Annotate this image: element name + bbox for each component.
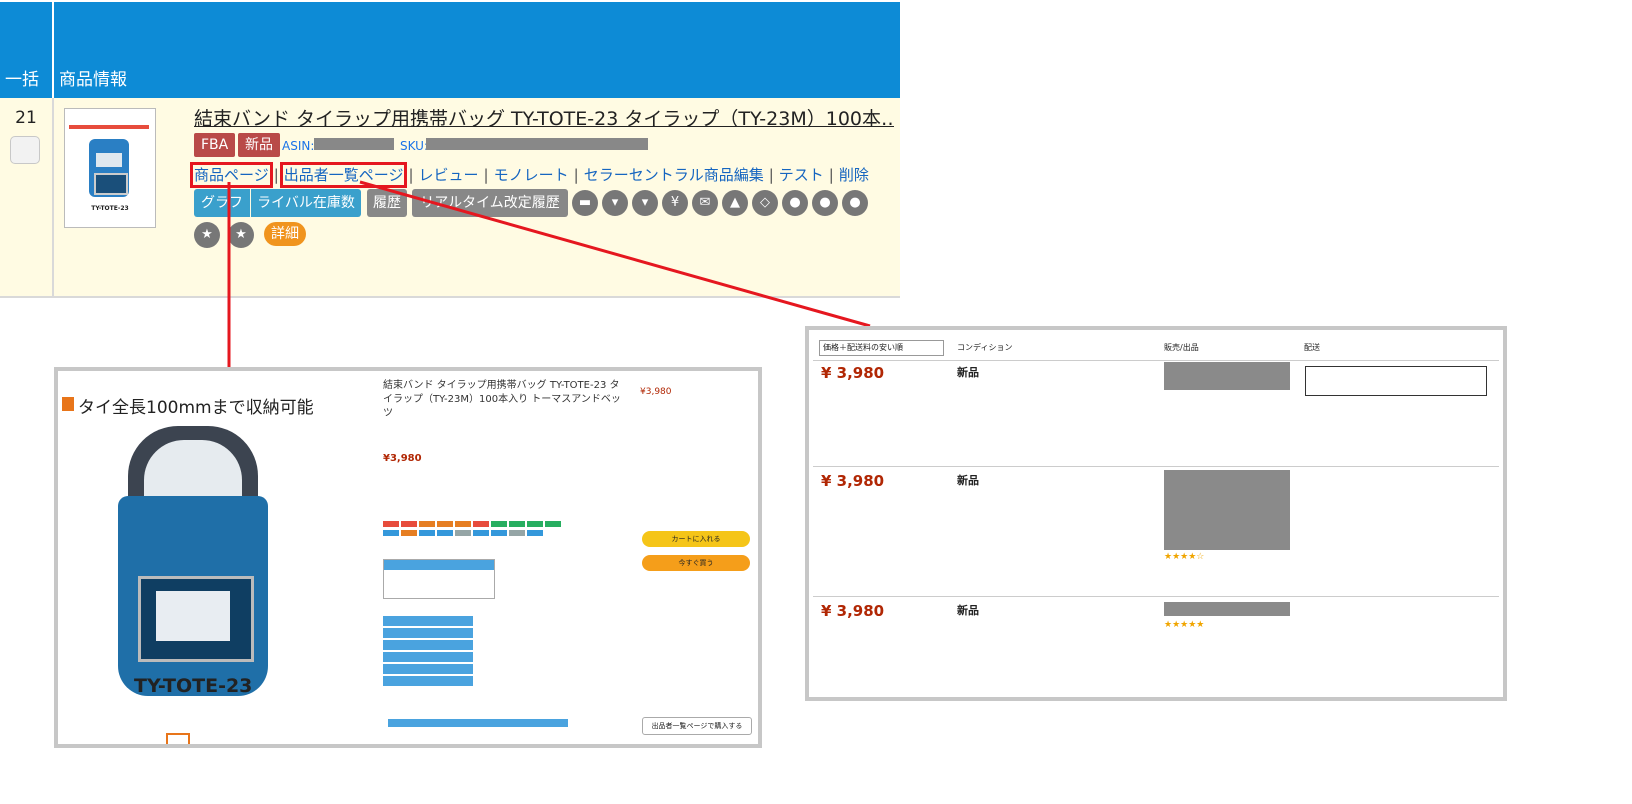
rating-stars: ★★★★☆ xyxy=(1164,552,1205,562)
amazon-price: ¥3,980 xyxy=(383,453,422,464)
users-icon[interactable]: ● xyxy=(812,190,838,216)
sku-redacted xyxy=(426,138,648,150)
delete-link[interactable]: 削除 xyxy=(839,166,869,184)
seller-logo-redacted xyxy=(1164,470,1290,550)
detail-button[interactable]: 詳細 xyxy=(264,222,306,246)
mail-icon[interactable]: ✉ xyxy=(692,190,718,216)
heading-marker xyxy=(62,397,74,411)
sort-select[interactable]: 価格＋配送料の安い順 xyxy=(819,340,944,356)
offer-condition: 新品 xyxy=(957,474,979,487)
product-page-screenshot: タイ全長100mmまで収納可能 TY-TOTE-23 結束バンド タイラップ用携… xyxy=(54,367,762,748)
action-links: 商品ページ | 出品者一覧ページ | レビュー | モノレート | セラーセントラル商品編集 | テ… xyxy=(190,162,869,188)
star-outline-icon[interactable]: ★ xyxy=(228,222,254,248)
yen-icon[interactable]: ¥ xyxy=(662,190,688,216)
thumb-selector[interactable] xyxy=(166,733,190,744)
new-badge: 新品 xyxy=(238,133,280,157)
color-chips xyxy=(383,521,633,541)
monorate-link[interactable]: モノレート xyxy=(494,166,569,184)
rating-stars: ★★★★★ xyxy=(1164,620,1205,630)
folder-icon[interactable]: ▬ xyxy=(572,190,598,216)
row-checkbox[interactable] xyxy=(10,136,40,164)
tag-icon[interactable]: ◇ xyxy=(752,190,778,216)
cart-icon[interactable]: ▾ xyxy=(602,190,628,216)
offer-price: ¥ 3,980 xyxy=(821,472,885,490)
seller-logo-redacted xyxy=(1164,362,1290,390)
review-link[interactable]: レビュー xyxy=(419,166,479,184)
amazon-title: 結束バンド タイラップ用携帯バッグ TY-TOTE-23 タイラップ（TY-23… xyxy=(383,380,621,419)
seller-mini-table xyxy=(388,719,568,739)
group-icon[interactable]: ● xyxy=(842,190,868,216)
graph-button[interactable]: グラフ xyxy=(194,189,250,217)
upload-icon[interactable]: ▲ xyxy=(722,190,748,216)
user-icon[interactable]: ● xyxy=(782,190,808,216)
add-to-cart-button[interactable]: カートに入れる xyxy=(642,531,750,547)
asin-label: ASIN: xyxy=(282,139,315,153)
product-table: 一括 商品情報 21 TY-TOTE-23 結束バンド タイラップ用携帯バッグ … xyxy=(0,2,900,298)
realtime-history-button[interactable]: リアルタイム改定履歴 xyxy=(412,189,568,217)
col-condition: コンディション xyxy=(957,343,1013,352)
star-icon[interactable]: ★ xyxy=(194,222,220,248)
asin-redacted xyxy=(314,138,394,150)
row-number: 21 xyxy=(15,108,37,128)
offer-price: ¥ 3,980 xyxy=(821,602,885,620)
table-row: TY-TOTE-23 結束バンド タイラップ用携帯バッグ TY-TOTE-23 … xyxy=(54,98,900,298)
sku-label: SKU: xyxy=(400,139,428,153)
image-heading: タイ全長100mmまで収納可能 xyxy=(78,398,314,418)
fba-badge: FBA xyxy=(194,133,236,157)
seller-list-screenshot: 価格＋配送料の安い順 コンディション 販売/出品 配送 ¥ 3,980 新品 ¥… xyxy=(805,326,1507,701)
seller-list-buy-button[interactable]: 出品者一覧ページで購入する xyxy=(642,717,752,735)
right-price: ¥3,980 xyxy=(640,387,672,397)
rival-stock-button[interactable]: ライバル在庫数 xyxy=(251,189,361,217)
header-product-info: 商品情報 xyxy=(54,2,900,98)
header-bulk: 一括 xyxy=(0,2,52,98)
amazon-banner xyxy=(1305,366,1487,396)
offer-condition: 新品 xyxy=(957,604,979,617)
image-model: TY-TOTE-23 xyxy=(134,675,253,697)
seller-list-link[interactable]: 出品者一覧ページ xyxy=(279,162,408,188)
buy-now-button[interactable]: 今すぐ買う xyxy=(642,555,750,571)
product-image xyxy=(108,426,278,696)
seller-logo-redacted xyxy=(1164,602,1290,616)
product-thumbnail[interactable]: TY-TOTE-23 xyxy=(64,108,156,228)
test-link[interactable]: テスト xyxy=(779,166,824,184)
product-page-link[interactable]: 商品ページ xyxy=(190,162,273,188)
history-button[interactable]: 履歴 xyxy=(367,189,407,217)
seller-central-edit-link[interactable]: セラーセントラル商品編集 xyxy=(584,166,764,184)
col-shipping: 配送 xyxy=(1304,343,1320,352)
row-left-cell: 21 xyxy=(0,98,54,298)
cart-plus-icon[interactable]: ▾ xyxy=(632,190,658,216)
offer-price: ¥ 3,980 xyxy=(821,364,885,382)
product-title-link[interactable]: 結束バンド タイラップ用携帯バッグ TY-TOTE-23 タイラップ（TY-23… xyxy=(194,104,894,131)
offer-condition: 新品 xyxy=(957,366,979,379)
col-seller: 販売/出品 xyxy=(1164,343,1199,352)
info-box xyxy=(383,559,495,599)
stats-table xyxy=(383,616,473,696)
